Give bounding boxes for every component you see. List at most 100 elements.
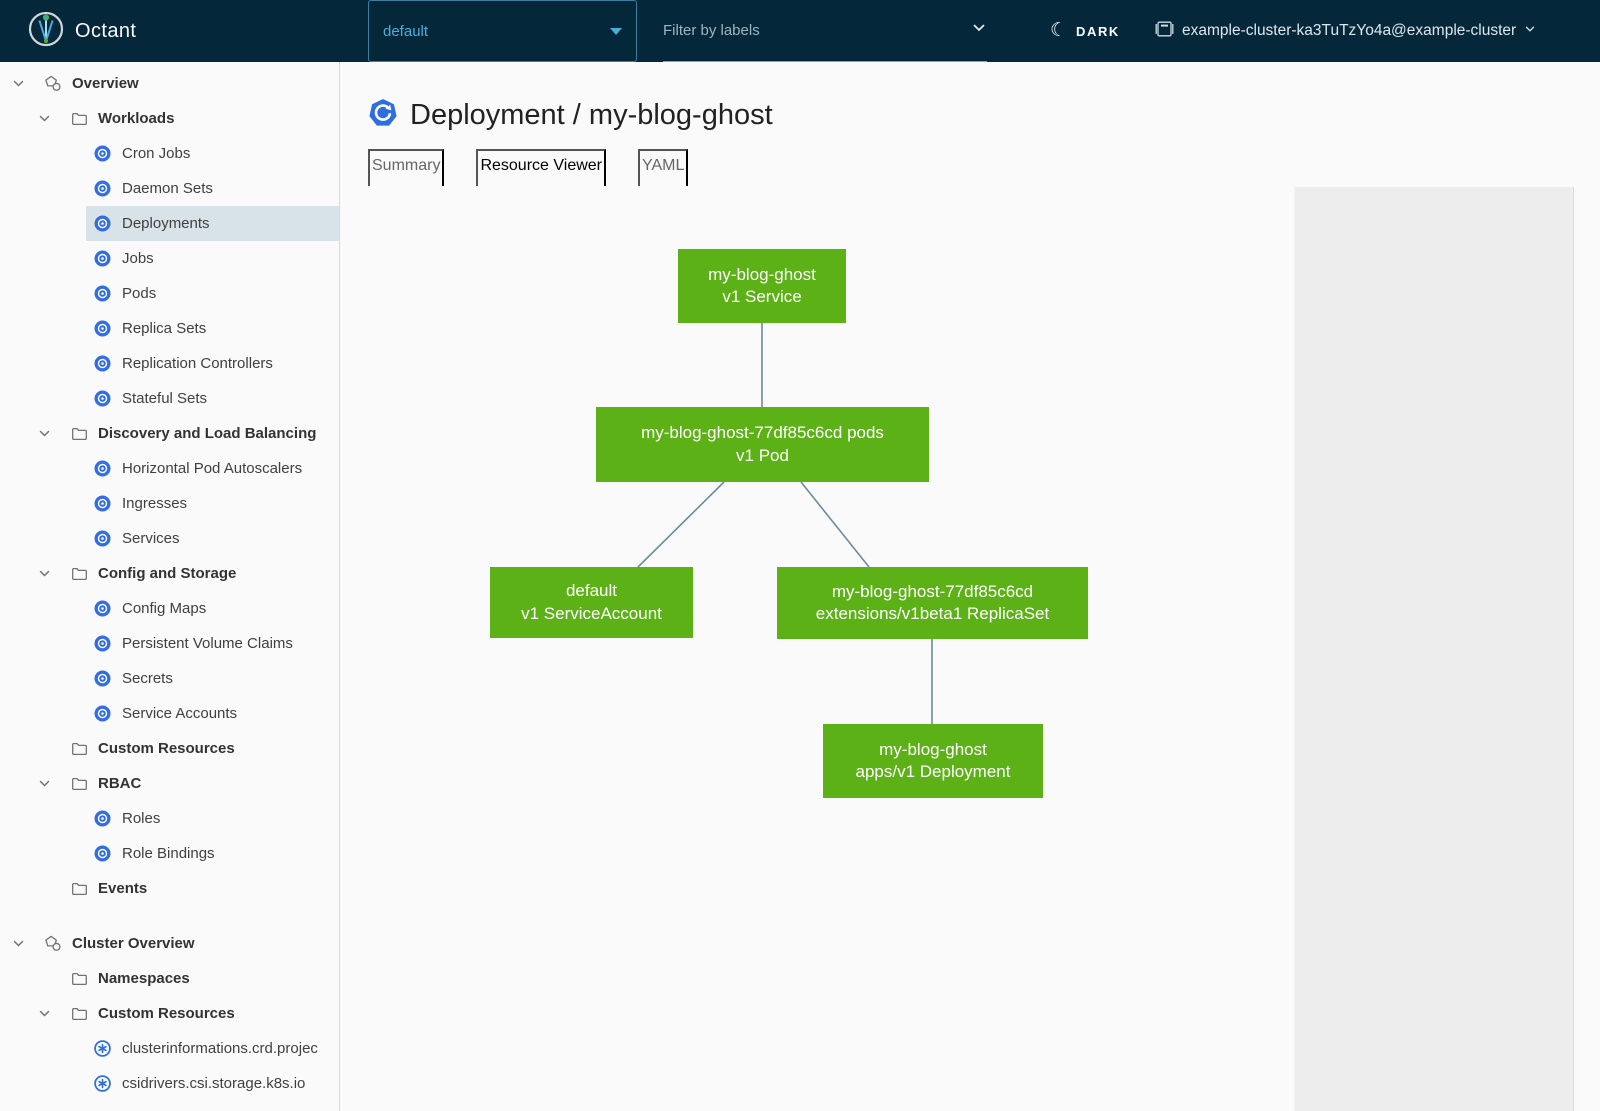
sidebar-item-events[interactable]: Events	[0, 871, 339, 906]
sidebar-item-ingresses[interactable]: Ingresses	[0, 486, 339, 521]
sidebar-item-discovery-and-load-balancing[interactable]: Discovery and Load Balancing	[0, 416, 339, 451]
sidebar-item-label: Cluster Overview	[72, 935, 195, 952]
brand: Octant	[28, 0, 136, 62]
sidebar-item-overview[interactable]: Overview	[0, 66, 339, 101]
app-title: Octant	[75, 20, 136, 43]
sidebar-item-jobs[interactable]: Jobs	[0, 241, 339, 276]
caret-down-icon[interactable]	[36, 1006, 52, 1022]
tab-summary[interactable]: Summary	[368, 149, 444, 189]
graph-node-deployment[interactable]: my-blog-ghost apps/v1 Deployment	[823, 724, 1043, 798]
caret-down-icon[interactable]	[36, 776, 52, 792]
sidebar-item-label: Secrets	[122, 670, 173, 687]
sidebar-item-label: Replication Controllers	[122, 355, 273, 372]
graph-node-replicaset[interactable]: my-blog-ghost-77df85c6cd extensions/v1be…	[777, 567, 1088, 639]
sidebar-item-csidrivers-csi-storage-k8s-io[interactable]: csidrivers.csi.storage.k8s.io	[0, 1066, 339, 1101]
secrets-icon	[93, 670, 111, 688]
dropdown-arrow-icon	[610, 28, 622, 35]
node-kind: v1 Service	[722, 286, 801, 308]
caret-down-icon[interactable]	[10, 936, 26, 952]
sidebar-item-config-and-storage[interactable]: Config and Storage	[0, 556, 339, 591]
octant-logo-icon	[28, 11, 64, 52]
node-kind: v1 Pod	[736, 445, 789, 467]
sidebar-item-label: Workloads	[98, 110, 174, 127]
sidebar-item-deployments[interactable]: Deployments	[0, 206, 339, 241]
sidebar-item-label: Persistent Volume Claims	[122, 635, 293, 652]
folder-icon	[70, 565, 88, 583]
sidebar-item-namespaces[interactable]: Namespaces	[0, 961, 339, 996]
sidebar-item-clusterinformations-crd-projec[interactable]: clusterinformations.crd.projec	[0, 1031, 339, 1066]
tab-yaml[interactable]: YAML	[638, 149, 688, 189]
sidebar-item-custom-resources[interactable]: Custom Resources	[0, 996, 339, 1031]
deployment-icon	[368, 98, 398, 133]
sidebar-item-label: Discovery and Load Balancing	[98, 425, 316, 442]
folder-icon	[70, 740, 88, 758]
cluster-icon	[1155, 21, 1174, 42]
daemon-sets-icon	[93, 180, 111, 198]
caret-down-icon[interactable]	[36, 426, 52, 442]
sidebar-item-label: Service Accounts	[122, 705, 237, 722]
node-kind: extensions/v1beta1 ReplicaSet	[816, 603, 1049, 625]
sidebar-item-stateful-sets[interactable]: Stateful Sets	[0, 381, 339, 416]
folder-icon	[70, 110, 88, 128]
chevron-down-icon[interactable]	[971, 20, 987, 41]
folder-icon	[70, 880, 88, 898]
sidebar-item-replication-controllers[interactable]: Replication Controllers	[0, 346, 339, 381]
sidebar-item-label: Custom Resources	[98, 740, 235, 757]
graph-node-pods[interactable]: my-blog-ghost-77df85c6cd pods v1 Pod	[596, 407, 929, 482]
sidebar-item-daemon-sets[interactable]: Daemon Sets	[0, 171, 339, 206]
folder-icon	[70, 1005, 88, 1023]
page-title: Deployment / my-blog-ghost	[410, 99, 773, 132]
sidebar-item-cron-jobs[interactable]: Cron Jobs	[0, 136, 339, 171]
graph-node-service[interactable]: my-blog-ghost v1 Service	[678, 249, 846, 323]
sidebar-item-label: Replica Sets	[122, 320, 206, 337]
cluster-context-selector[interactable]: example-cluster-ka3TuTzYo4a@example-clus…	[1155, 0, 1536, 62]
sidebar-item-horizontal-pod-autoscalers[interactable]: Horizontal Pod Autoscalers	[0, 451, 339, 486]
sidebar-item-label: Overview	[72, 75, 139, 92]
sidebar-item-rbac[interactable]: RBAC	[0, 766, 339, 801]
node-name: default	[566, 580, 617, 602]
sidebar-item-workloads[interactable]: Workloads	[0, 101, 339, 136]
sidebar-item-service-accounts[interactable]: Service Accounts	[0, 696, 339, 731]
stateful-sets-icon	[93, 390, 111, 408]
sidebar-item-custom-resources[interactable]: Custom Resources	[0, 731, 339, 766]
deployments-icon	[93, 215, 111, 233]
sidebar-item-label: Deployments	[122, 215, 210, 232]
sidebar-item-services[interactable]: Services	[0, 521, 339, 556]
sidebar-spacer	[0, 906, 339, 926]
main-content: Deployment / my-blog-ghost Summary Resou…	[341, 62, 1600, 1111]
jobs-icon	[93, 250, 111, 268]
crd-icon	[93, 1040, 111, 1058]
tab-resource-viewer[interactable]: Resource Viewer	[476, 149, 606, 189]
sidebar-item-label: Custom Resources	[98, 1005, 235, 1022]
label-filter	[663, 0, 987, 62]
sidebar-item-replica-sets[interactable]: Replica Sets	[0, 311, 339, 346]
sidebar-item-config-maps[interactable]: Config Maps	[0, 591, 339, 626]
replica-sets-icon	[93, 320, 111, 338]
role-bindings-icon	[93, 845, 111, 863]
sidebar-item-role-bindings[interactable]: Role Bindings	[0, 836, 339, 871]
crd-icon	[93, 1075, 111, 1093]
caret-down-icon[interactable]	[10, 76, 26, 92]
sidebar-item-roles[interactable]: Roles	[0, 801, 339, 836]
horizontal-pod-autoscalers-icon	[93, 460, 111, 478]
persistent-volume-claims-icon	[93, 635, 111, 653]
chevron-down-icon	[1524, 22, 1536, 40]
navigation-sidebar: Overview Workloads Cron JobsDaemon Sets Dep…	[0, 62, 340, 1111]
objects-icon	[44, 935, 62, 953]
sidebar-item-persistent-volume-claims[interactable]: Persistent Volume Claims	[0, 626, 339, 661]
sidebar-item-pods[interactable]: Pods	[0, 276, 339, 311]
tab-bar: Summary Resource Viewer YAML	[368, 149, 1573, 189]
sidebar-item-secrets[interactable]: Secrets	[0, 661, 339, 696]
label-filter-input[interactable]	[663, 22, 971, 39]
config-maps-icon	[93, 600, 111, 618]
caret-down-icon[interactable]	[36, 566, 52, 582]
graph-node-serviceaccount[interactable]: default v1 ServiceAccount	[490, 567, 693, 638]
sidebar-item-cluster-overview[interactable]: Cluster Overview	[0, 926, 339, 961]
namespace-dropdown[interactable]: default	[368, 0, 637, 62]
caret-down-icon[interactable]	[36, 111, 52, 127]
service-accounts-icon	[93, 705, 111, 723]
node-kind: apps/v1 Deployment	[856, 761, 1011, 783]
folder-icon	[70, 775, 88, 793]
theme-toggle[interactable]: ☾ DARK	[1050, 0, 1120, 62]
node-name: my-blog-ghost	[708, 264, 816, 286]
